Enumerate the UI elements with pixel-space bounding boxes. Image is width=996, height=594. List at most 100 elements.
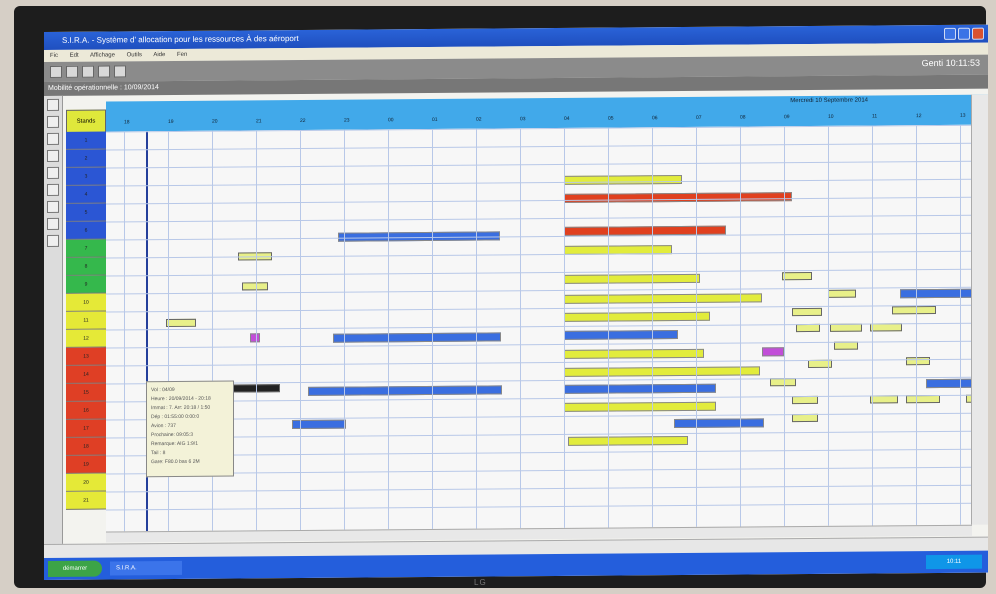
hour-label: 04 (564, 115, 570, 122)
flight-tag[interactable] (834, 341, 858, 350)
grid-row-line (106, 142, 972, 151)
allocation-bar[interactable] (564, 311, 710, 322)
allocation-bar[interactable] (564, 273, 700, 284)
clock-label: Genti 10:11:53 (921, 57, 980, 69)
allocation-bar[interactable] (564, 366, 760, 377)
allocation-bar[interactable] (568, 435, 688, 446)
allocation-bar[interactable] (564, 383, 716, 394)
monitor-brand-label: LG (474, 578, 487, 587)
allocation-bar[interactable] (564, 330, 678, 340)
window-title: S.I.R.A. - Système d' allocation pour le… (62, 33, 299, 45)
allocation-bar[interactable] (564, 293, 762, 304)
allocation-bar[interactable] (564, 174, 682, 185)
flight-tag[interactable] (792, 413, 818, 423)
stand-row-label: 19 (66, 455, 106, 474)
new-icon[interactable] (50, 65, 62, 78)
menu-item-1[interactable]: Edt (70, 53, 79, 59)
grid-hour-line (652, 127, 653, 528)
grid-hour-line (564, 127, 565, 528)
open-icon[interactable] (66, 65, 78, 78)
grid-row-line (106, 178, 972, 187)
tool-pointer-icon[interactable] (47, 98, 59, 111)
stand-row-label: 15 (66, 383, 106, 402)
stand-row-label: 13 (66, 347, 106, 366)
grid-row-line (106, 412, 972, 421)
tool-search-icon[interactable] (47, 166, 59, 179)
grid-row-line (106, 484, 972, 493)
menu-item-0[interactable]: Fic (50, 53, 58, 59)
grid-row-line (106, 268, 972, 277)
grid-hour-line (696, 126, 697, 527)
allocation-bar[interactable] (564, 348, 704, 359)
hour-label: 13 (960, 112, 966, 119)
tool-gear-icon[interactable] (47, 183, 59, 196)
flight-tag[interactable] (792, 307, 822, 317)
grid-row-line (106, 448, 972, 457)
taskbar-app-item[interactable]: S.I.R.A. (110, 560, 182, 576)
tool-zoom-icon[interactable] (47, 115, 59, 128)
grid-hour-line (872, 125, 873, 526)
flight-tag[interactable] (796, 323, 820, 333)
hour-label: 19 (168, 118, 174, 126)
flight-tag[interactable] (230, 384, 280, 393)
tool-list-icon[interactable] (47, 200, 59, 213)
system-tray: 10:11 (926, 554, 982, 570)
grid-row-line (106, 250, 972, 259)
tool-calendar-icon[interactable] (47, 217, 59, 230)
allocation-bar[interactable] (564, 401, 716, 412)
hour-label: 08 (740, 114, 746, 121)
grid-hour-line (388, 129, 389, 530)
grid-row-line (106, 430, 972, 439)
allocation-grid[interactable] (106, 124, 972, 532)
window-controls (944, 27, 984, 40)
tool-help-icon[interactable] (47, 234, 59, 247)
stand-row-label: 5 (66, 203, 106, 222)
start-button[interactable]: démarrer (48, 560, 102, 577)
allocation-bar[interactable] (762, 347, 784, 357)
menu-item-4[interactable]: Aide (153, 52, 165, 58)
menu-item-5[interactable]: Fen (177, 52, 187, 58)
allocation-bar[interactable] (308, 385, 502, 396)
save-icon[interactable] (82, 65, 94, 78)
flight-tag[interactable] (770, 378, 796, 387)
flight-tag[interactable] (892, 305, 936, 315)
allocation-bar[interactable] (250, 333, 260, 343)
print-icon[interactable] (98, 65, 110, 78)
grid-row-line (106, 232, 972, 241)
hour-label: 03 (520, 116, 526, 123)
allocation-bar[interactable] (674, 418, 764, 429)
stands-header: Stands (66, 109, 106, 134)
close-button[interactable] (972, 27, 984, 40)
refresh-icon[interactable] (114, 65, 126, 78)
flight-tag[interactable] (870, 323, 902, 332)
flight-tag[interactable] (242, 282, 268, 291)
allocation-bar[interactable] (926, 378, 972, 389)
grid-hour-line (124, 131, 125, 532)
grid-hour-line (520, 128, 521, 529)
tool-pen-icon[interactable] (47, 132, 59, 145)
grid-row-line (106, 214, 972, 223)
minimize-button[interactable] (944, 27, 956, 40)
hour-label: 06 (652, 115, 658, 122)
hour-label: 10 (828, 113, 834, 120)
flight-tag[interactable] (792, 395, 818, 405)
flight-tag[interactable] (166, 318, 196, 328)
stand-row-label: 14 (66, 365, 106, 384)
hour-label: 22 (300, 117, 306, 124)
stand-row-label: 1 (66, 131, 106, 150)
vertical-scrollbar[interactable] (971, 94, 988, 525)
allocation-bar[interactable] (900, 288, 972, 299)
grid-row-line (106, 160, 972, 169)
stand-row-label: 18 (66, 437, 106, 456)
flight-tag[interactable] (870, 395, 898, 404)
tool-filter-icon[interactable] (47, 149, 59, 162)
stand-row-label: 16 (66, 401, 106, 420)
menu-item-2[interactable]: Affichage (90, 52, 115, 58)
stand-row-label: 20 (66, 473, 106, 492)
flight-tag[interactable] (830, 323, 862, 332)
maximize-button[interactable] (958, 27, 970, 40)
hour-label: 21 (256, 118, 262, 125)
menu-item-3[interactable]: Outils (127, 52, 142, 58)
flight-tag[interactable] (782, 271, 812, 281)
flight-tag[interactable] (828, 289, 856, 298)
